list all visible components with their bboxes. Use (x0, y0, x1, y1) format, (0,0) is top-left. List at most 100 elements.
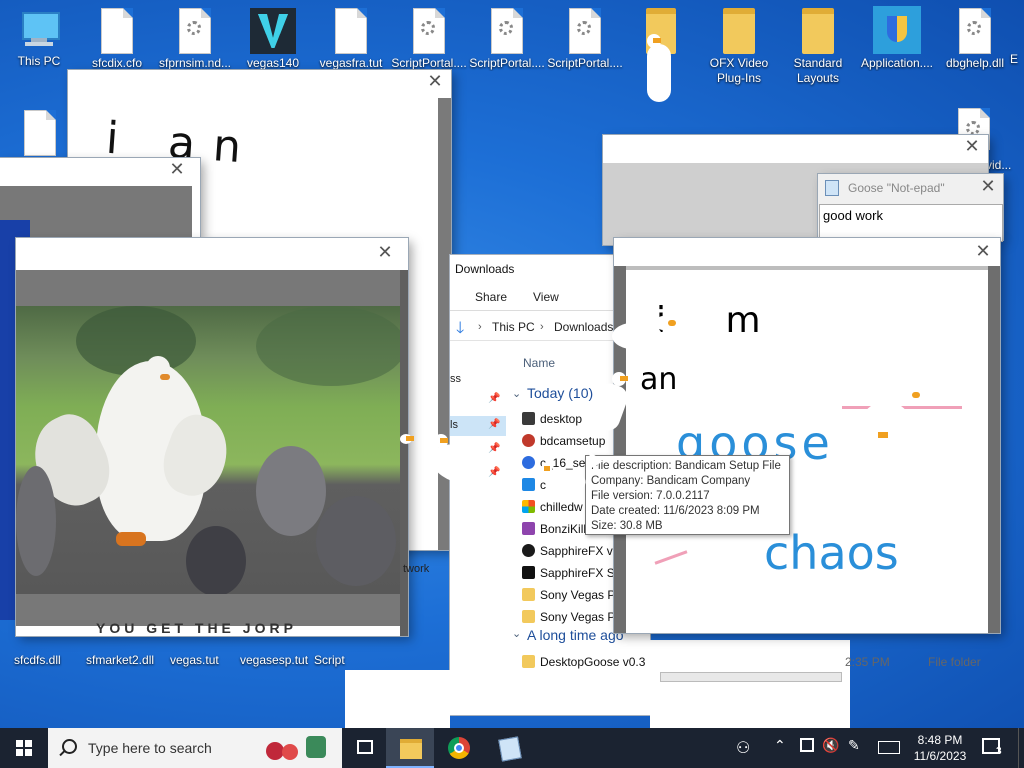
close-icon[interactable]: ✕ (977, 177, 999, 199)
goose-meme-window[interactable]: ✕ YOU GET THE JORP (16, 238, 408, 636)
nav-item[interactable]: ls (450, 419, 458, 431)
desktop-icon-label[interactable]: sfcdfs.dll (14, 653, 61, 667)
goose-sprite[interactable] (612, 316, 676, 356)
shortcut-file-icon[interactable] (24, 110, 56, 156)
chevron-up-icon[interactable]: ⌃ (774, 738, 786, 754)
ribbon-tab-view[interactable]: View (533, 290, 559, 304)
column-header-name[interactable]: Name (523, 356, 555, 370)
tooltip-line: File description: Bandicam Setup File (591, 460, 781, 472)
desktop-icon-label: Application.... (860, 56, 934, 70)
folder-icon (522, 655, 535, 668)
tooltip-line: Date created: 11/6/2023 8:09 PM (591, 505, 760, 517)
settings-file-icon (959, 8, 991, 54)
file-name: SapphireFX v1 (540, 544, 620, 558)
desktop-icon-label[interactable]: vegasesp.tut (240, 653, 308, 667)
desktop-icon-vegasfra[interactable]: vegasfra.tut (312, 8, 390, 71)
nav-pane: ss ls 📌 📌 📌 📌 (450, 341, 510, 715)
close-icon[interactable]: ✕ (961, 137, 983, 159)
file-row[interactable]: DesktopGoose v0.3 (522, 655, 645, 669)
task-view-icon (357, 740, 373, 754)
search-box[interactable]: Type here to search (48, 728, 342, 768)
desktop-icon-ofx[interactable]: OFX Video Plug-Ins (700, 8, 778, 86)
file-row[interactable]: BonziKill (522, 522, 586, 536)
close-icon[interactable]: ✕ (166, 160, 188, 182)
close-icon[interactable]: ✕ (424, 72, 446, 94)
file-name: BonziKill (540, 522, 587, 536)
group-long-ago[interactable]: A long time ago (527, 627, 624, 643)
desktop-icon-sfprnsim[interactable]: sfprnsim.nd... (156, 8, 234, 71)
nav-item[interactable]: ss (450, 373, 461, 385)
close-icon[interactable]: ✕ (972, 242, 994, 264)
file-row[interactable]: desktop (522, 412, 582, 426)
search-icon-handle (59, 749, 66, 757)
clock[interactable]: 8:48 PM 11/6/2023 (910, 732, 970, 764)
file-row[interactable]: SapphireFX v1 (522, 544, 619, 558)
task-view-button[interactable] (342, 728, 390, 768)
file-icon (335, 8, 367, 54)
goose-drawing-window[interactable]: ✕ i m an goose chaos (614, 238, 1000, 633)
desktop-icon-application[interactable]: Application.... (858, 6, 936, 71)
people-icon[interactable]: ⚇ (736, 738, 750, 757)
pin-icon: 📌 (488, 393, 501, 404)
breadcrumb-this-pc[interactable]: This PC (492, 320, 535, 334)
breadcrumb-downloads[interactable]: Downloads (554, 320, 613, 334)
goose-notepad-window[interactable]: Goose "Not-epad" ✕ good work (818, 174, 1003, 242)
taskbar-notepad[interactable] (486, 728, 534, 768)
file-name: SapphireFX Se (540, 566, 622, 580)
file-row[interactable]: Sony Vegas Pr (522, 588, 619, 602)
vegas-app-icon (250, 8, 296, 54)
close-icon[interactable]: ✕ (374, 243, 396, 265)
chevron-down-icon[interactable]: ⌄ (512, 627, 521, 640)
desktop-icon-vegas140[interactable]: vegas140 (234, 8, 312, 71)
file-row[interactable]: Sony Vegas Pr (522, 610, 619, 624)
desktop-icon-label[interactable]: sfmarket2.dll (86, 653, 154, 667)
background-image (345, 670, 450, 728)
file-name: Sony Vegas Pr (540, 610, 620, 624)
drawing-word-an: an (640, 362, 678, 397)
show-desktop-button[interactable] (1018, 728, 1024, 768)
ribbon-tab-share[interactable]: Share (475, 290, 507, 304)
desktop-icon-label[interactable]: vegas.tut (170, 653, 219, 667)
taskbar-file-explorer[interactable] (386, 728, 434, 768)
desktop-icon-dbghelp[interactable]: dbghelp.dll (936, 8, 1014, 71)
desktop-icon-this-pc[interactable]: This PC (0, 8, 78, 69)
network-icon[interactable] (800, 738, 814, 752)
desktop-icon-e[interactable]: E (1010, 52, 1024, 67)
group-today[interactable]: Today (10) (527, 385, 593, 401)
desktop-icon-label: Standard Layouts (793, 56, 843, 85)
notepad-text-area[interactable]: good work (819, 204, 1003, 242)
file-row[interactable]: SapphireFX Se (522, 566, 621, 580)
desktop-icon-scriptportal-2[interactable]: ScriptPortal.... (468, 8, 546, 71)
search-placeholder: Type here to search (88, 740, 212, 756)
start-button[interactable] (0, 728, 48, 768)
nav-item[interactable]: twork (403, 563, 429, 575)
chevron-down-icon[interactable]: ⌄ (512, 387, 521, 400)
tooltip-line: Size: 30.8 MB (591, 520, 663, 532)
desktop-icon-scriptportal-1[interactable]: ScriptPortal.... (390, 8, 468, 71)
goose-sprite[interactable] (400, 432, 491, 491)
goose-sprite[interactable] (587, 372, 631, 434)
file-row[interactable]: bdcamsetup (522, 434, 605, 448)
goose-sprite[interactable] (540, 460, 590, 501)
volume-muted-icon[interactable]: 🔇 (822, 738, 839, 754)
desktop-icon-label: vegasfra.tut (319, 56, 383, 70)
folder-icon (400, 739, 422, 759)
archive-icon (522, 412, 535, 425)
settings-file-icon (413, 8, 445, 54)
file-type: File folder (928, 655, 981, 669)
desktop-icon-standard-layouts[interactable]: Standard Layouts (779, 8, 857, 86)
desktop-icon-sfcdix[interactable]: sfcdix.cfo (78, 8, 156, 71)
desktop-icon-scriptportal-3[interactable]: ScriptPortal.... (546, 8, 624, 71)
goose-window-small[interactable]: ✕ (0, 158, 200, 238)
desktop-icon-label[interactable]: Script (314, 653, 345, 667)
desktop-icon-label: OFX Video Plug-Ins (709, 56, 769, 85)
file-row[interactable]: chilledw (522, 500, 583, 514)
settings-file-icon (569, 8, 601, 54)
goose-sprite[interactable] (643, 34, 673, 104)
pen-icon[interactable]: ✎ (848, 738, 860, 754)
goose-sprite[interactable] (864, 388, 924, 440)
keyboard-icon[interactable] (878, 741, 900, 754)
notifications-button[interactable]: 3 (980, 736, 1006, 760)
bonzi-icon (522, 522, 535, 535)
taskbar-chrome[interactable] (436, 728, 484, 768)
